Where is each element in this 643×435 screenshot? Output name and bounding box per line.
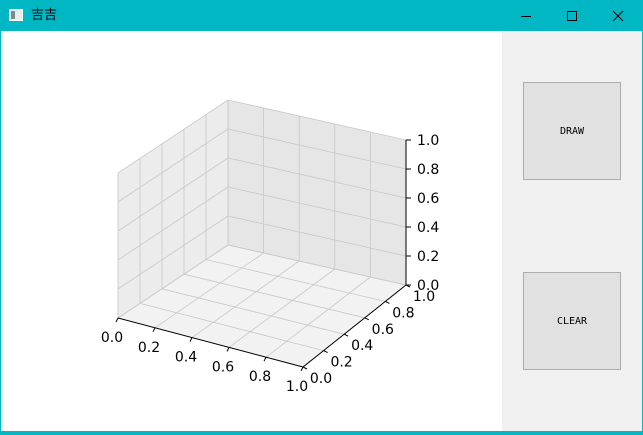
draw-button[interactable]: DRAW	[523, 82, 621, 180]
minimize-button[interactable]	[503, 0, 549, 31]
title-bar[interactable]: 吉吉	[0, 0, 643, 31]
z-tick-label: 1.0	[417, 133, 439, 149]
x-tick-label: 0.6	[212, 359, 234, 375]
x-tick	[300, 366, 304, 372]
app-window: 吉吉 0.0 0.0 0.0 0.2 0.2 0.2 0.4 0.4 0.4 0.6 0.6 0.6 0…	[0, 0, 643, 432]
z-tick-label: 0.6	[417, 191, 439, 207]
x-tick-label: 0.0	[101, 330, 123, 346]
y-tick-label: 0.2	[330, 355, 352, 371]
x-tick	[189, 337, 193, 342]
y-tick	[343, 333, 349, 337]
y-tick	[302, 366, 308, 370]
z-tick-label: 0.8	[417, 162, 439, 178]
x-tick	[226, 347, 230, 352]
3d-axes-chart: 0.00.00.00.20.20.20.40.40.40.60.60.60.80…	[101, 99, 439, 395]
z-tick-label: 0.2	[417, 249, 439, 265]
close-icon	[612, 10, 624, 21]
x-tick-label: 0.4	[175, 350, 197, 366]
maximize-icon	[567, 10, 577, 21]
x-tick-label: 1.0	[286, 379, 308, 395]
y-tick-label: 0.6	[372, 322, 394, 338]
y-tick-label: 0.8	[392, 305, 414, 321]
x-tick-label: 0.2	[138, 340, 160, 356]
app-icon	[9, 9, 23, 21]
plot-canvas[interactable]: 0.0 0.0 0.0 0.2 0.2 0.2 0.4 0.4 0.4 0.6 0.6 0.6 0.8 0…	[1, 31, 502, 431]
minimize-icon	[521, 15, 531, 17]
x-tick	[152, 327, 156, 333]
z-tick-label: 0.4	[417, 220, 439, 236]
x-tick-label: 0.8	[249, 369, 271, 385]
y-tick-label: 0.4	[351, 338, 373, 354]
control-panel: DRAW CLEAR	[502, 31, 642, 431]
client-area: 0.0 0.0 0.0 0.2 0.2 0.2 0.4 0.4 0.4 0.6 0.6 0.6 0.8 0…	[1, 31, 642, 431]
window-title: 吉吉	[31, 8, 58, 23]
maximize-button[interactable]	[549, 0, 595, 31]
y-tick-label: 0.0	[310, 371, 332, 387]
y-tick-label: 1.0	[413, 289, 435, 305]
y-tick	[385, 300, 390, 304]
x-tick	[115, 317, 119, 323]
close-button[interactable]	[595, 0, 641, 31]
y-tick	[323, 350, 328, 354]
clear-button[interactable]: CLEAR	[523, 272, 621, 370]
y-tick	[364, 317, 370, 321]
x-tick	[263, 356, 267, 362]
